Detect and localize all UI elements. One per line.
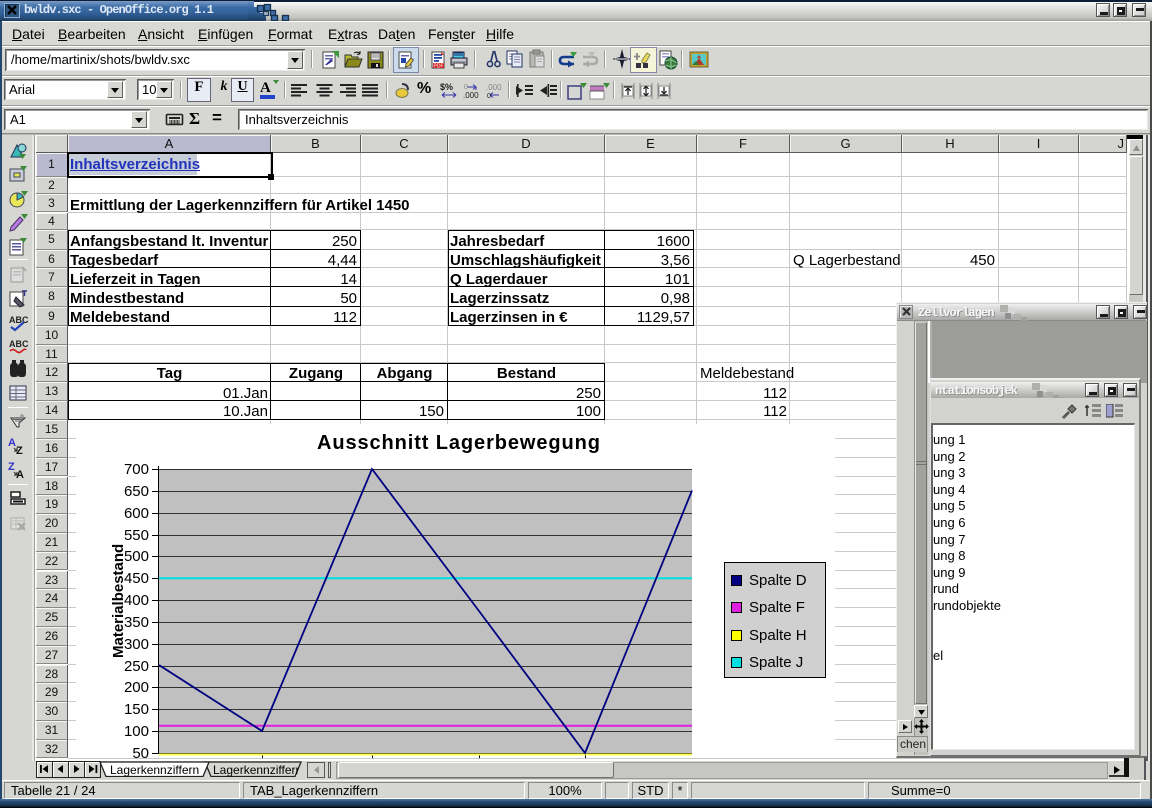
svg-text:.000: .000: [463, 91, 479, 99]
svg-text:ABC: ABC: [9, 339, 28, 349]
svg-text:Z: Z: [8, 461, 15, 473]
svg-text:0: 0: [487, 93, 491, 99]
svg-text:A: A: [8, 437, 16, 449]
svg-text:.000: .000: [486, 83, 502, 92]
svg-text:PDF: PDF: [434, 64, 444, 70]
svg-text:$%: $%: [440, 82, 453, 92]
svg-text:0: 0: [464, 84, 468, 91]
svg-text:ABC: ABC: [9, 315, 28, 325]
